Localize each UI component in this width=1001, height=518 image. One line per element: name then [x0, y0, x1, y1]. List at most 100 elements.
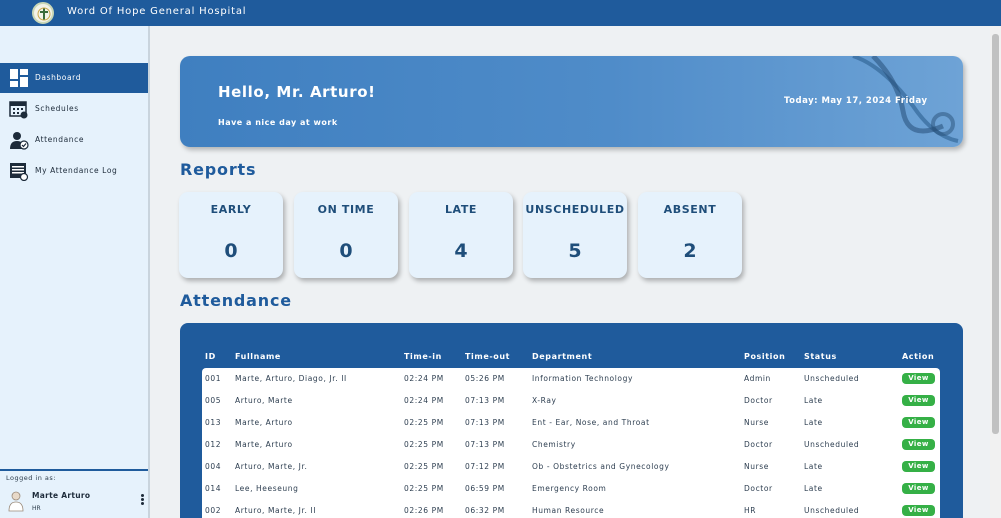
cell-status: Unscheduled: [804, 440, 860, 449]
cell-department: X-Ray: [532, 396, 557, 405]
cell-id: 013: [205, 418, 222, 427]
report-card-label: EARLY: [210, 203, 252, 216]
cell-fullname: Lee, Heeseung: [235, 484, 299, 493]
column-header-position: Position: [744, 352, 786, 361]
cell-time-in: 02:26 PM: [404, 506, 444, 515]
attendance-user-icon: [10, 132, 29, 150]
cell-time-in: 02:25 PM: [404, 440, 444, 449]
column-header-status: Status: [804, 352, 837, 361]
cell-department: Ent - Ear, Nose, and Throat: [532, 418, 650, 427]
sidebar-item-schedules[interactable]: Schedules: [0, 94, 148, 124]
sidebar-item-label: Schedules: [35, 104, 79, 113]
table-row: 002 Arturo, Marte, Jr. II 02:26 PM 06:32…: [202, 500, 940, 518]
cell-time-in: 02:25 PM: [404, 462, 444, 471]
greeting-subtitle: Have a nice day at work: [218, 118, 338, 127]
avatar: [8, 491, 24, 512]
today-date: Today: May 17, 2024 Friday: [784, 96, 928, 106]
sidebar-item-label: Attendance: [35, 135, 85, 144]
cell-position: Nurse: [744, 418, 769, 427]
report-card-label: UNSCHEDULED: [525, 203, 625, 216]
cell-department: Ob - Obstetrics and Gynecology: [532, 462, 670, 471]
cell-time-in: 02:25 PM: [404, 418, 444, 427]
table-row: 005 Arturo, Marte 02:24 PM 07:13 PM X-Ra…: [202, 390, 940, 412]
table-row: 013 Marte, Arturo 02:25 PM 07:13 PM Ent …: [202, 412, 940, 434]
sidebar-item-label: My Attendance Log: [35, 166, 118, 175]
app-title: Word Of Hope General Hospital: [67, 6, 247, 17]
cell-department: Information Technology: [532, 374, 634, 383]
user-role: HR: [32, 505, 41, 512]
column-header-fullname: Fullname: [235, 352, 281, 361]
report-card-value: 0: [224, 240, 238, 262]
column-header-time-out: Time-out: [465, 352, 511, 361]
cell-position: Admin: [744, 374, 771, 383]
cell-position: Doctor: [744, 440, 773, 449]
cell-status: Unscheduled: [804, 374, 860, 383]
cell-id: 012: [205, 440, 222, 449]
view-button[interactable]: View: [902, 373, 935, 384]
table-row: 012 Marte, Arturo 02:25 PM 07:13 PM Chem…: [202, 434, 940, 456]
table-row: 014 Lee, Heeseung 02:25 PM 06:59 PM Emer…: [202, 478, 940, 500]
cell-status: Late: [804, 396, 823, 405]
top-bar: Word Of Hope General Hospital: [0, 0, 1001, 26]
report-card-value: 4: [454, 240, 468, 262]
cell-time-out: 07:13 PM: [465, 396, 505, 405]
reports-title: Reports: [180, 160, 257, 179]
cell-id: 002: [205, 506, 222, 515]
view-button[interactable]: View: [902, 483, 935, 494]
report-card-label: ON TIME: [317, 203, 375, 216]
cell-time-in: 02:25 PM: [404, 484, 444, 493]
cell-department: Chemistry: [532, 440, 576, 449]
cell-fullname: Marte, Arturo: [235, 418, 293, 427]
cell-id: 014: [205, 484, 222, 493]
cell-position: Doctor: [744, 396, 773, 405]
logged-in-label: Logged in as:: [6, 474, 56, 482]
cell-status: Late: [804, 418, 823, 427]
report-card-value: 2: [683, 240, 697, 262]
cell-time-in: 02:24 PM: [404, 396, 444, 405]
column-header-id: ID: [205, 352, 216, 361]
attendance-table-body: 001 Marte, Arturo, Diago, Jr. II 02:24 P…: [202, 368, 940, 518]
attendance-title: Attendance: [180, 291, 292, 310]
cell-fullname: Marte, Arturo: [235, 440, 293, 449]
cell-fullname: Arturo, Marte, Jr.: [235, 462, 308, 471]
calendar-icon: [9, 101, 28, 119]
sidebar: Dashboard Schedules Attendance My Attend…: [0, 26, 150, 518]
attendance-table: ID Fullname Time-in Time-out Department …: [180, 323, 963, 518]
cell-id: 001: [205, 374, 222, 383]
cell-fullname: Arturo, Marte: [235, 396, 293, 405]
cell-status: Late: [804, 462, 823, 471]
hospital-logo: [32, 2, 54, 24]
cell-time-out: 07:13 PM: [465, 418, 505, 427]
report-card-unscheduled: UNSCHEDULED 5: [523, 192, 627, 278]
sidebar-item-label: Dashboard: [35, 73, 82, 82]
report-card-label: LATE: [444, 203, 478, 216]
sidebar-item-my-attendance-log[interactable]: My Attendance Log: [0, 156, 148, 186]
table-row: 001 Marte, Arturo, Diago, Jr. II 02:24 P…: [202, 368, 940, 390]
cell-time-out: 07:13 PM: [465, 440, 505, 449]
report-card-on-time: ON TIME 0: [294, 192, 398, 278]
scrollbar[interactable]: [990, 26, 1001, 518]
cell-status: Unscheduled: [804, 506, 860, 515]
view-button[interactable]: View: [902, 395, 935, 406]
cell-id: 004: [205, 462, 222, 471]
cell-time-out: 06:59 PM: [465, 484, 505, 493]
report-card-value: 0: [339, 240, 353, 262]
report-card-label: ABSENT: [663, 203, 717, 216]
view-button[interactable]: View: [902, 417, 935, 428]
view-button[interactable]: View: [902, 505, 935, 516]
greeting-text: Hello, Mr. Arturo!: [218, 83, 376, 101]
dashboard-icon: [10, 69, 28, 87]
sidebar-item-dashboard[interactable]: Dashboard: [0, 63, 148, 93]
cell-department: Emergency Room: [532, 484, 607, 493]
cell-fullname: Marte, Arturo, Diago, Jr. II: [235, 374, 347, 383]
cell-time-out: 05:26 PM: [465, 374, 505, 383]
scrollbar-thumb[interactable]: [992, 34, 999, 434]
view-button[interactable]: View: [902, 439, 935, 450]
cell-position: Nurse: [744, 462, 769, 471]
report-card-value: 5: [568, 240, 582, 262]
more-options-icon[interactable]: [138, 493, 146, 507]
sidebar-item-attendance[interactable]: Attendance: [0, 125, 148, 155]
view-button[interactable]: View: [902, 461, 935, 472]
log-icon: [10, 163, 29, 181]
welcome-banner: Hello, Mr. Arturo! Have a nice day at wo…: [180, 56, 963, 147]
